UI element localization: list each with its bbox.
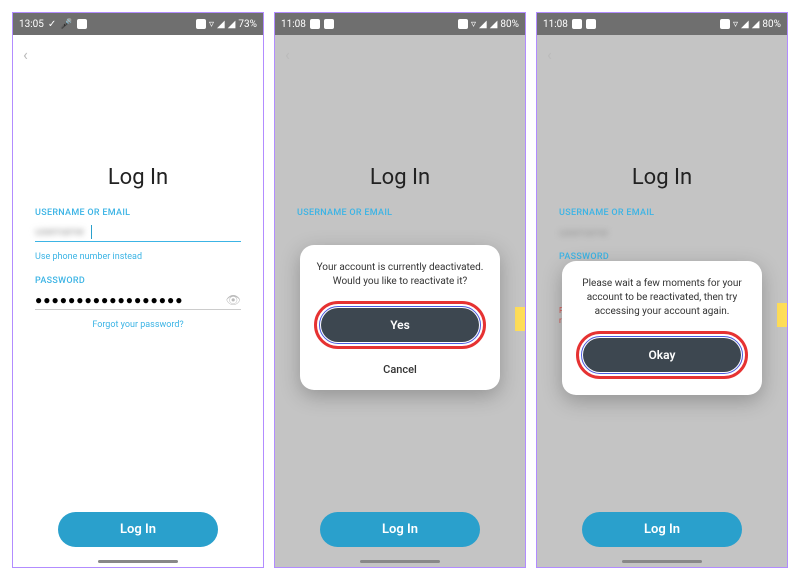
wifi-icon: ▿ <box>209 19 214 30</box>
app-icon <box>310 19 320 29</box>
signal-icon: ◢ <box>752 19 760 30</box>
signal-icon: ◢ <box>479 19 487 30</box>
mic-icon: 🎤 <box>60 19 72 30</box>
page-title: Log In <box>537 165 787 190</box>
back-icon[interactable]: ‹ <box>285 45 290 64</box>
wifi-icon: ▿ <box>471 19 476 30</box>
yellow-indicator <box>777 303 787 327</box>
home-indicator[interactable] <box>360 560 440 563</box>
app-body: ‹ Log In USERNAME OR EMAIL username PASS… <box>537 35 787 567</box>
username-label: USERNAME OR EMAIL <box>35 208 241 218</box>
cancel-button[interactable]: Cancel <box>314 353 486 378</box>
signal-icon: ◢ <box>741 19 749 30</box>
app-body: ‹ Log In USERNAME OR EMAIL Your account … <box>275 35 525 567</box>
home-indicator[interactable] <box>622 560 702 563</box>
dialog-message: Please wait a few moments for your accou… <box>576 277 748 319</box>
yes-button[interactable]: Yes <box>321 308 479 342</box>
home-indicator[interactable] <box>98 560 178 563</box>
login-form: USERNAME OR EMAIL username Use phone num… <box>13 208 263 344</box>
login-button[interactable]: Log In <box>58 512 218 547</box>
back-icon[interactable]: ‹ <box>547 45 552 64</box>
login-button[interactable]: Log In <box>582 512 742 547</box>
username-label: USERNAME OR EMAIL <box>297 208 503 218</box>
reactivate-dialog: Your account is currently deactivated. W… <box>300 245 500 390</box>
status-bar: 11:08 ▿ ◢ ◢ 80% <box>537 13 787 35</box>
username-value: username <box>559 226 608 239</box>
app-icon <box>586 19 596 29</box>
login-form: USERNAME OR EMAIL <box>275 208 525 222</box>
page-title: Log In <box>13 165 263 190</box>
signal-icon: ◢ <box>228 19 236 30</box>
app-body: ‹ Log In USERNAME OR EMAIL username Use … <box>13 35 263 567</box>
password-value: ●●●●●●●●●●●●●●●●●● <box>35 293 183 307</box>
status-bar: 11:08 ▿ ◢ ◢ 80% <box>275 13 525 35</box>
checkmark-icon: ✓ <box>48 19 56 30</box>
eye-icon[interactable]: 👁 <box>226 293 241 307</box>
username-input[interactable]: username <box>35 222 241 242</box>
password-input[interactable]: ●●●●●●●●●●●●●●●●●● 👁 <box>35 290 241 310</box>
highlight-box: Yes <box>314 301 486 349</box>
sim-icon <box>720 19 730 29</box>
sim-icon <box>196 19 206 29</box>
wifi-icon: ▿ <box>733 19 738 30</box>
password-label: PASSWORD <box>35 276 241 286</box>
app-icon <box>77 19 87 29</box>
battery-text: 80% <box>762 19 781 30</box>
phone-screen-3: 11:08 ▿ ◢ ◢ 80% ‹ Log In USERNAME OR EMA… <box>536 12 788 568</box>
sim-icon <box>458 19 468 29</box>
page-title: Log In <box>275 165 525 190</box>
clock: 11:08 <box>543 19 568 30</box>
status-bar: 13:05 ✓ 🎤 ▿ ◢ ◢ 73% <box>13 13 263 35</box>
yellow-indicator <box>515 307 525 331</box>
phone-screen-1: 13:05 ✓ 🎤 ▿ ◢ ◢ 73% ‹ Log In USERNAME OR… <box>12 12 264 568</box>
text-cursor <box>91 225 92 239</box>
phone-screen-2: 11:08 ▿ ◢ ◢ 80% ‹ Log In USERNAME OR EMA… <box>274 12 526 568</box>
username-value: username <box>35 225 84 238</box>
highlight-box: Okay <box>576 331 748 379</box>
forgot-password-link[interactable]: Forgot your password? <box>35 320 241 330</box>
battery-text: 80% <box>500 19 519 30</box>
signal-icon: ◢ <box>217 19 225 30</box>
back-icon[interactable]: ‹ <box>23 45 28 64</box>
signal-icon: ◢ <box>490 19 498 30</box>
login-button[interactable]: Log In <box>320 512 480 547</box>
username-input[interactable]: username <box>559 222 765 242</box>
dialog-message: Your account is currently deactivated. W… <box>314 261 486 289</box>
username-label: USERNAME OR EMAIL <box>559 208 765 218</box>
wait-dialog: Please wait a few moments for your accou… <box>562 261 762 395</box>
use-phone-link[interactable]: Use phone number instead <box>35 252 241 262</box>
clock: 11:08 <box>281 19 306 30</box>
app-icon <box>572 19 582 29</box>
app-icon <box>324 19 334 29</box>
clock: 13:05 <box>19 19 44 30</box>
okay-button[interactable]: Okay <box>583 338 741 372</box>
battery-text: 73% <box>238 19 257 30</box>
